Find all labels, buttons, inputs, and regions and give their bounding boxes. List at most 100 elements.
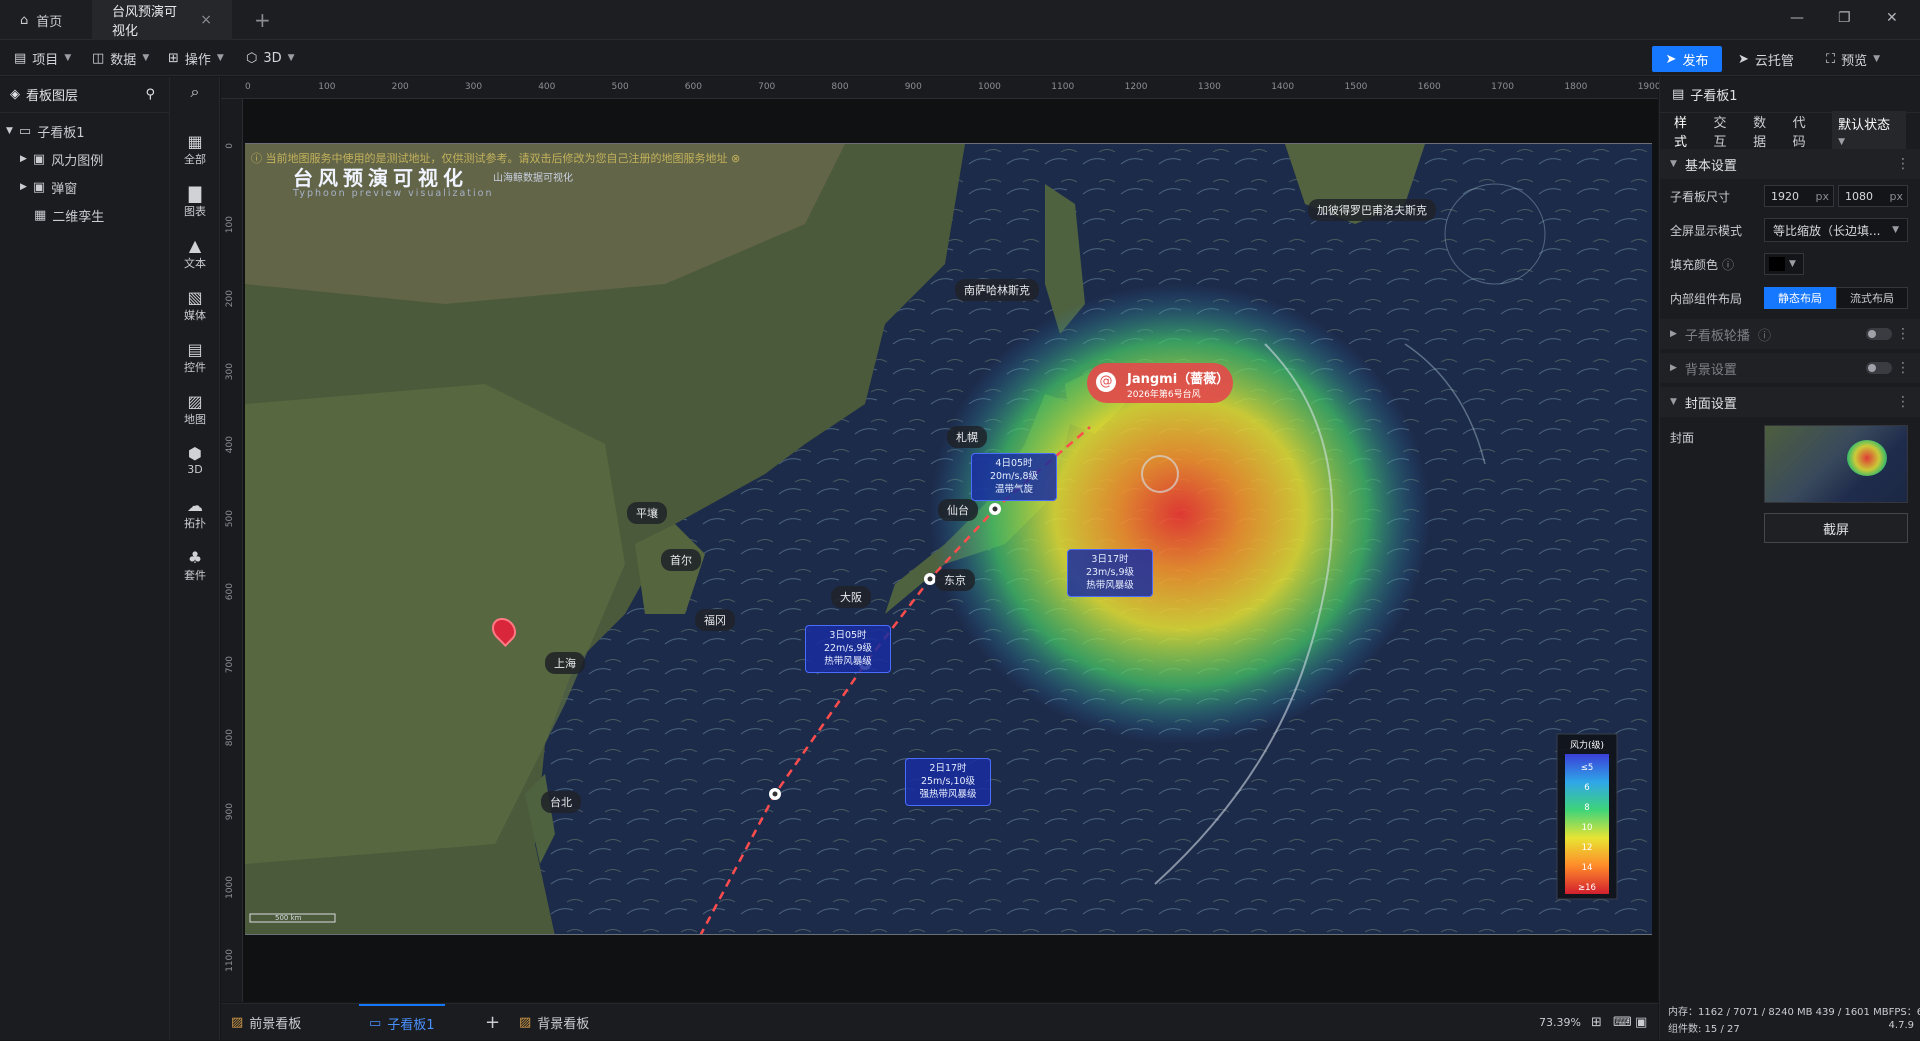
section-background[interactable]: ▶ 背景设置 ⋮: [1660, 353, 1920, 383]
component-media[interactable]: ▧ 媒体: [170, 289, 220, 323]
close-icon[interactable]: ×: [200, 12, 212, 28]
height-input[interactable]: 1080 px: [1838, 185, 1908, 207]
add-board-icon[interactable]: +: [485, 1004, 500, 1041]
close-window-icon[interactable]: ✕: [1886, 10, 1898, 26]
tab-sub-board[interactable]: ▭ 子看板1: [359, 1004, 445, 1041]
cover-thumbnail[interactable]: [1764, 425, 1908, 503]
layer-item-popup[interactable]: ▶ ▣ 弹窗: [0, 173, 169, 201]
caret-right-icon[interactable]: ▶: [20, 182, 27, 192]
filter-icon[interactable]: ⚲: [145, 87, 155, 102]
component-text[interactable]: ▲ 文本: [170, 237, 220, 271]
keyboard-icon[interactable]: ⌨: [1613, 1004, 1632, 1041]
tab-code[interactable]: 代码: [1793, 112, 1819, 150]
city-label[interactable]: 福冈: [695, 609, 735, 631]
text-icon: ▲: [188, 236, 202, 255]
publish-button[interactable]: ➤ 发布: [1652, 46, 1722, 72]
search-icon[interactable]: ⌕: [170, 83, 220, 101]
tab-interaction[interactable]: 交互: [1714, 112, 1740, 150]
cloud-hosting-button[interactable]: ➤ 云托管: [1738, 46, 1794, 72]
monitor-icon: ▭: [18, 123, 32, 139]
city-label[interactable]: 首尔: [661, 549, 701, 571]
typhoon-label[interactable]: @ Jangmi（蔷薇） 2026年第6号台风: [1087, 363, 1233, 403]
cube-icon: ⬢: [188, 444, 202, 463]
city-label[interactable]: 东京: [935, 569, 975, 591]
track-point-info[interactable]: 3日05时 22m/s,9级 热带风暴级: [805, 625, 891, 673]
more-icon[interactable]: ⋮: [1896, 394, 1910, 410]
component-map[interactable]: ▨ 地图: [170, 393, 220, 427]
menu-operate[interactable]: ⊞ 操作 ▼: [168, 40, 224, 76]
add-tab-icon[interactable]: +: [254, 8, 271, 32]
flow-layout-button[interactable]: 流式布局: [1836, 287, 1908, 309]
properties-panel: ▤ 子看板1 样式 交互 数据 代码 默认状态 ▼ ▼ 基本设置 ⋮ 子看板尺寸 1…: [1659, 77, 1920, 1040]
more-icon[interactable]: ⋮: [1896, 326, 1910, 342]
city-label[interactable]: 南萨哈林斯克: [955, 279, 1039, 301]
component-all[interactable]: ▦ 全部: [170, 133, 220, 167]
city-label[interactable]: 札幌: [947, 426, 987, 448]
restore-icon[interactable]: ❐: [1838, 10, 1851, 26]
tab-back-board[interactable]: ▨ 背景看板: [519, 1004, 589, 1041]
menu-project[interactable]: ▤ 项目 ▼: [14, 40, 71, 76]
screenshot-button[interactable]: 截屏: [1764, 513, 1908, 543]
track-point-info[interactable]: 4日05时 20m/s,8级 温带气旋: [971, 453, 1057, 501]
tab-style[interactable]: 样式: [1674, 112, 1700, 150]
help-icon[interactable]: ⓘ: [1758, 325, 1771, 344]
zoom-level[interactable]: 73.39%: [1539, 1004, 1581, 1041]
more-icon[interactable]: ⋮: [1896, 156, 1910, 172]
component-bar: ⌕ ▦ 全部 ▇ 图表 ▲ 文本 ▧ 媒体 ▤ 控件 ▨ 地图 ⬢ 3D ☁ 拓扑 ♣ 套件: [170, 77, 220, 1040]
tab-data[interactable]: 数据: [1753, 112, 1779, 150]
info-icon: ⓘ: [251, 152, 262, 165]
section-basic[interactable]: ▼ 基本设置 ⋮: [1660, 149, 1920, 179]
section-cover[interactable]: ▼ 封面设置 ⋮: [1660, 387, 1920, 417]
fit-screen-icon[interactable]: ⊞: [1591, 1004, 1602, 1041]
ruler-tick: 1300: [1197, 82, 1221, 92]
tab-typhoon[interactable]: 台风预演可视化 ×: [92, 0, 232, 40]
typhoon-map[interactable]: ⓘ 当前地图服务中使用的是测试地址，仅供测试参考。请双击后修改为您自己注册的地图…: [245, 143, 1652, 935]
background-toggle[interactable]: [1866, 362, 1892, 374]
menu-data[interactable]: ◫ 数据 ▼: [92, 40, 149, 76]
city-label[interactable]: 大阪: [831, 586, 871, 608]
tab-front-board[interactable]: ▨ 前景看板: [231, 1004, 301, 1041]
preview-button[interactable]: ⛶ 预览 ▼: [1826, 46, 1880, 72]
component-kit[interactable]: ♣ 套件: [170, 549, 220, 583]
component-topology[interactable]: ☁ 拓扑: [170, 497, 220, 531]
ruler-tick: 500: [225, 509, 235, 527]
menu-3d[interactable]: ⬡ 3D ▼: [246, 40, 295, 76]
more-icon[interactable]: ⋮: [1896, 360, 1910, 376]
terminal-icon[interactable]: ▣: [1635, 1004, 1647, 1041]
component-control[interactable]: ▤ 控件: [170, 341, 220, 375]
chevron-down-icon: ▼: [1789, 259, 1796, 269]
static-layout-button[interactable]: 静态布局: [1764, 287, 1836, 309]
ruler-tick: 1900: [1637, 82, 1661, 92]
city-label[interactable]: 上海: [545, 652, 585, 674]
city-label[interactable]: 加彼得罗巴甫洛夫斯克: [1308, 199, 1436, 221]
component-count: 组件数: 15 / 27: [1668, 1024, 1740, 1035]
component-3d[interactable]: ⬢ 3D: [170, 444, 220, 477]
layer-item-twin[interactable]: ▦ 二维孪生: [0, 201, 169, 229]
ruler-tick: 0: [225, 143, 235, 149]
city-label[interactable]: 平壤: [627, 502, 667, 524]
ruler-tick: 1400: [1271, 82, 1295, 92]
layer-item-subboard[interactable]: ▼ ▭ 子看板1: [0, 117, 169, 145]
close-icon[interactable]: ⊗: [731, 152, 740, 165]
component-chart[interactable]: ▇ 图表: [170, 185, 220, 219]
section-carousel[interactable]: ▶ 子看板轮播 ⓘ ⋮: [1660, 319, 1920, 349]
city-label[interactable]: 仙台: [938, 499, 978, 521]
minimize-icon[interactable]: —: [1790, 10, 1804, 26]
carousel-toggle[interactable]: [1866, 328, 1892, 340]
help-icon[interactable]: ⓘ: [1722, 256, 1734, 273]
width-input[interactable]: 1920 px: [1764, 185, 1834, 207]
caret-right-icon[interactable]: ▶: [20, 154, 27, 164]
track-point-info[interactable]: 3日17时 23m/s,9级 热带风暴级: [1067, 549, 1153, 597]
fill-color-picker[interactable]: ▼: [1764, 253, 1804, 275]
row-size: 子看板尺寸 1920 px 1080 px: [1660, 179, 1920, 213]
state-select[interactable]: 默认状态 ▼: [1832, 111, 1907, 151]
layer-item-legend[interactable]: ▶ ▣ 风力图例: [0, 145, 169, 173]
ruler-tick: 1100: [225, 949, 235, 973]
bar-chart-icon: ▇: [188, 184, 202, 203]
caret-down-icon[interactable]: ▼: [6, 126, 13, 136]
ruler-tick: 200: [391, 82, 409, 92]
tab-home[interactable]: ⌂ 首页: [0, 0, 92, 40]
city-label[interactable]: 台北: [541, 791, 581, 813]
track-point-info[interactable]: 2日17时 25m/s,10级 强热带风暴级: [905, 758, 991, 806]
fullscreen-select[interactable]: 等比缩放（长边填... ▼: [1764, 218, 1908, 242]
